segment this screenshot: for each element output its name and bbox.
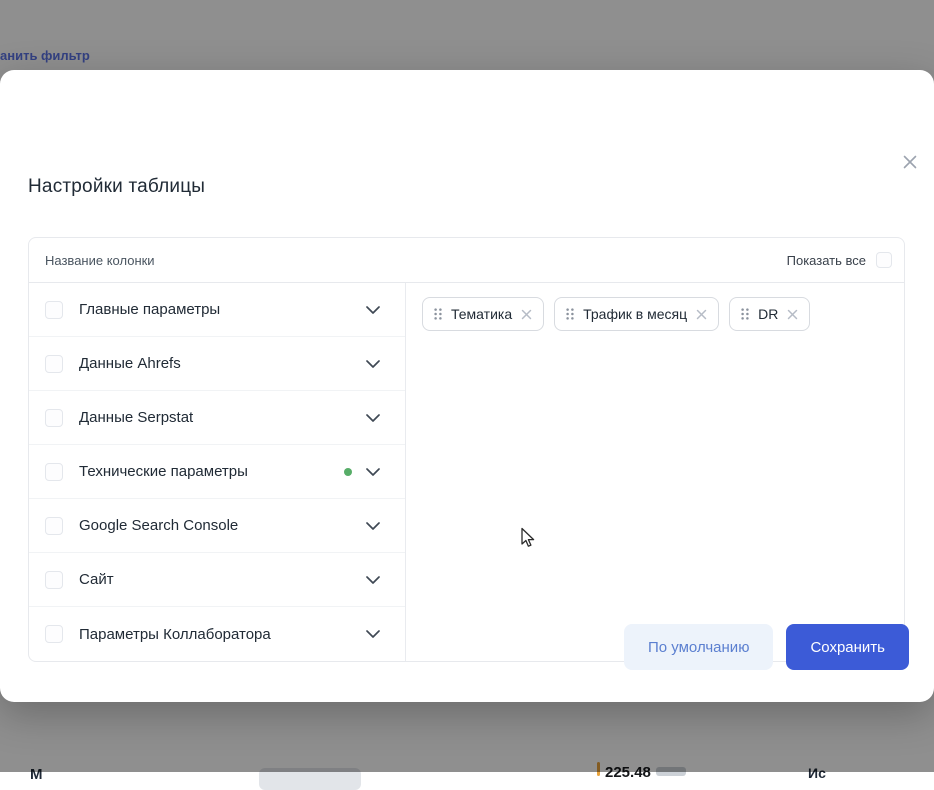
- panel-header: Название колонки Показать все: [29, 238, 904, 283]
- chevron-down-icon[interactable]: [366, 360, 380, 368]
- chip-label: Трафик в месяц: [583, 306, 687, 322]
- group-row[interactable]: Сайт: [29, 553, 405, 607]
- show-all-checkbox[interactable]: [876, 252, 892, 268]
- group-row[interactable]: Данные Ahrefs: [29, 337, 405, 391]
- chip-close-icon[interactable]: [696, 309, 707, 320]
- drag-handle-icon[interactable]: [741, 308, 749, 320]
- column-chip[interactable]: Тематика: [422, 297, 544, 331]
- group-label: Данные Ahrefs: [79, 355, 366, 372]
- column-name-heading: Название колонки: [45, 253, 155, 268]
- chip-label: Тематика: [451, 306, 512, 322]
- chevron-down-icon[interactable]: [366, 414, 380, 422]
- group-label: Сайт: [79, 571, 366, 588]
- group-checkbox[interactable]: [45, 625, 63, 643]
- group-checkbox[interactable]: [45, 571, 63, 589]
- group-checkbox[interactable]: [45, 463, 63, 481]
- chevron-down-icon[interactable]: [366, 468, 380, 476]
- modal-footer: По умолчанию Сохранить: [624, 624, 909, 670]
- chevron-down-icon[interactable]: [366, 630, 380, 638]
- group-label: Параметры Коллабораторa: [79, 626, 366, 643]
- panel-body: Главные параметры Данные Ahrefs Данные S…: [29, 283, 904, 661]
- column-chip[interactable]: Трафик в месяц: [554, 297, 719, 331]
- group-checkbox[interactable]: [45, 355, 63, 373]
- group-row[interactable]: Главные параметры: [29, 283, 405, 337]
- modal-title: Настройки таблицы: [28, 176, 205, 198]
- chip-close-icon[interactable]: [521, 309, 532, 320]
- chevron-down-icon[interactable]: [366, 522, 380, 530]
- chip-label: DR: [758, 306, 778, 322]
- group-checkbox[interactable]: [45, 409, 63, 427]
- default-button[interactable]: По умолчанию: [624, 624, 773, 670]
- group-row[interactable]: Google Search Console: [29, 499, 405, 553]
- group-row[interactable]: Технические параметры: [29, 445, 405, 499]
- group-label: Данные Serpstat: [79, 409, 366, 426]
- save-button[interactable]: Сохранить: [786, 624, 909, 670]
- table-settings-modal: Настройки таблицы Название колонки Показ…: [0, 70, 934, 702]
- column-chip[interactable]: DR: [729, 297, 810, 331]
- group-label: Google Search Console: [79, 517, 366, 534]
- group-checkbox[interactable]: [45, 517, 63, 535]
- selected-columns-area: Тематика Трафик в месяц: [406, 283, 904, 661]
- drag-handle-icon[interactable]: [566, 308, 574, 320]
- show-all-toggle[interactable]: Показать все: [787, 252, 892, 268]
- close-icon[interactable]: [896, 148, 924, 176]
- group-label: Главные параметры: [79, 301, 366, 318]
- columns-panel: Название колонки Показать все Главные па…: [28, 237, 905, 662]
- group-label: Технические параметры: [79, 463, 344, 480]
- group-row[interactable]: Данные Serpstat: [29, 391, 405, 445]
- chevron-down-icon[interactable]: [366, 576, 380, 584]
- chip-close-icon[interactable]: [787, 309, 798, 320]
- active-dot: [344, 468, 352, 476]
- show-all-label: Показать все: [787, 253, 866, 268]
- chevron-down-icon[interactable]: [366, 306, 380, 314]
- group-checkbox[interactable]: [45, 301, 63, 319]
- column-groups-list: Главные параметры Данные Ahrefs Данные S…: [29, 283, 406, 661]
- group-row[interactable]: Параметры Коллабораторa: [29, 607, 405, 661]
- drag-handle-icon[interactable]: [434, 308, 442, 320]
